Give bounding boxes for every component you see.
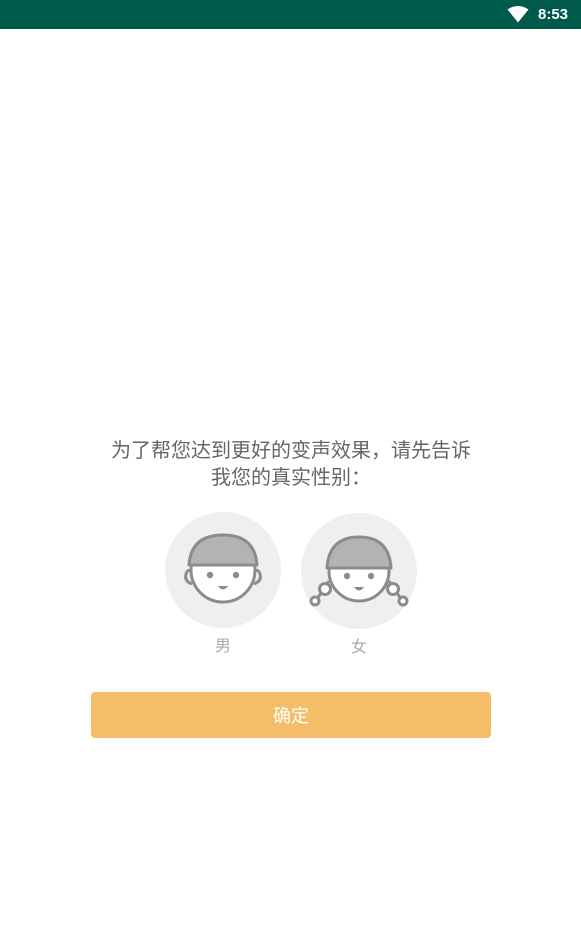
gender-prompt-line-1: 为了帮您达到更好的变声效果，请先告诉 [111, 438, 471, 462]
gender-prompt-line-2: 我您的真实性别： [211, 465, 371, 489]
female-label: 女 [350, 637, 367, 656]
boy-avatar-icon [184, 533, 262, 604]
gender-prompt: 为了帮您达到更好的变声效果，请先告诉 我您的真实性别： [91, 437, 491, 491]
wifi-icon [507, 6, 529, 23]
female-option[interactable]: 女 [301, 513, 417, 663]
female-avatar-button[interactable] [301, 513, 417, 629]
male-option[interactable]: 男 [165, 512, 281, 662]
status-bar: 8:53 [0, 0, 581, 29]
status-time: 8:53 [538, 6, 569, 23]
male-label: 男 [214, 636, 231, 655]
confirm-button[interactable]: 确定 [91, 692, 491, 738]
girl-avatar-icon [309, 535, 409, 607]
male-avatar-button[interactable] [165, 512, 281, 628]
